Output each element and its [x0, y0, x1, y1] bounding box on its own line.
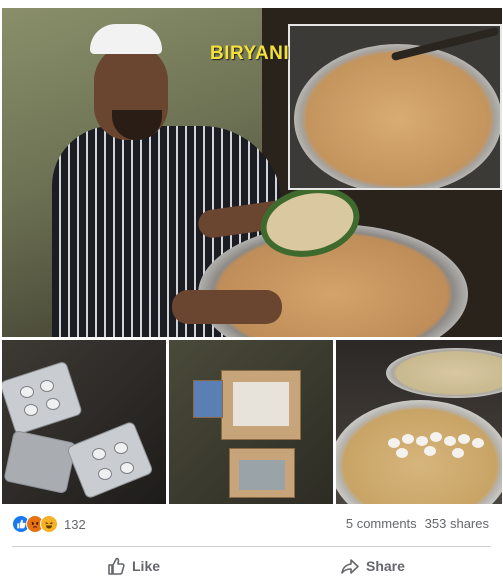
inset-pot-photo: [288, 24, 502, 190]
reactions-summary[interactable]: 132: [12, 514, 86, 534]
egg: [472, 438, 484, 448]
biryani-pot: [336, 400, 502, 504]
medicine-carton: [193, 380, 223, 418]
inset-biryani-pot: [294, 44, 500, 188]
overlay-caption: BIRYANI: [210, 43, 290, 64]
comments-count-link[interactable]: 5 comments: [346, 516, 417, 531]
post-photo-pills[interactable]: [2, 340, 166, 504]
shares-count-link[interactable]: 353 shares: [425, 516, 489, 531]
rice-pot: [386, 348, 502, 398]
egg: [430, 432, 442, 442]
pill: [120, 462, 134, 474]
pill: [114, 442, 128, 454]
share-button[interactable]: Share: [340, 554, 405, 578]
egg: [402, 434, 414, 444]
egg: [396, 448, 408, 458]
blister-pack: [66, 420, 154, 500]
post-main-photo[interactable]: BIRYANI: [2, 8, 502, 337]
box-contents: [233, 382, 289, 426]
egg: [452, 448, 464, 458]
haha-icon: [40, 515, 58, 533]
box-contents: [239, 460, 285, 490]
post-photo-eggs[interactable]: [336, 340, 502, 504]
egg: [388, 438, 400, 448]
egg: [444, 436, 456, 446]
pill: [40, 380, 54, 392]
man-hand: [172, 290, 282, 324]
like-button[interactable]: Like: [106, 554, 160, 578]
like-label: Like: [132, 558, 161, 574]
prayer-cap: [90, 24, 162, 54]
egg: [424, 446, 436, 456]
pill: [98, 468, 112, 480]
share-arrow-icon: [340, 556, 360, 576]
pill: [46, 398, 60, 410]
pill: [24, 404, 38, 416]
pill: [92, 448, 106, 460]
thumbs-up-icon: [106, 556, 126, 576]
top-strip: [0, 0, 503, 8]
reaction-count: 132: [64, 516, 86, 532]
egg: [416, 436, 428, 446]
egg: [458, 434, 470, 444]
post-stats: 5 comments 353 shares: [346, 516, 489, 531]
blister-pack: [3, 429, 77, 495]
blister-pack: [2, 360, 83, 436]
pill: [20, 386, 34, 398]
post-photo-boxes[interactable]: [169, 340, 333, 504]
divider: [12, 546, 491, 547]
share-label: Share: [366, 558, 405, 574]
